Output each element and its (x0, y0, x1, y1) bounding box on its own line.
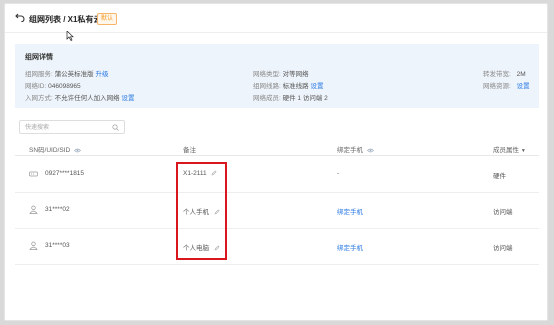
join-settings-link[interactable]: 设置 (121, 95, 134, 102)
column-attr[interactable]: 成员属性 ▼ (493, 144, 526, 154)
eye-icon[interactable] (366, 148, 374, 153)
top-bar: 组网列表 / X1私有云 默认 (5, 4, 547, 33)
member-attr-value: 硬件 (493, 173, 506, 180)
app-window: 组网列表 / X1私有云 默认 组网详情 组网服务: 蒲公英标准版 升级 网络类… (4, 3, 548, 321)
upgrade-link[interactable]: 升级 (95, 71, 108, 78)
table-row[interactable]: 31****03 个人电脑 绑定手机 访问端 (15, 228, 539, 265)
table-row[interactable]: 0927****1815 X1-2111 - 硬件 (15, 156, 539, 193)
route-row: 组网线路: 标准线路 设置 (253, 83, 324, 90)
details-title: 组网详情 (25, 54, 53, 61)
column-bind: 绑定手机 (337, 144, 374, 154)
column-note: 备注 (183, 147, 196, 154)
members-row: 网络成员: 硬件 1 访问端 2 (253, 95, 328, 102)
network-type-row: 网络类型: 对等网络 (253, 71, 309, 78)
table-row[interactable]: 31****02 个人手机 绑定手机 访问端 (15, 192, 539, 229)
bind-phone-link[interactable]: 绑定手机 (337, 242, 363, 252)
route-settings-link[interactable]: 设置 (310, 83, 323, 90)
network-id-row: 网络ID: 046098965 (25, 83, 81, 90)
bind-phone-link[interactable]: 绑定手机 (337, 206, 363, 216)
highlight-box (176, 162, 227, 260)
sn-value: 31****03 (45, 242, 70, 249)
search-icon[interactable] (112, 124, 119, 131)
forward-bandwidth-row: 转发带宽: 2M (483, 71, 526, 78)
breadcrumb: 组网列表 / X1私有云 (29, 15, 102, 24)
default-badge: 默认 (97, 13, 118, 25)
table-header: SN码/UID/SID 备注 绑定手机 成员属性 ▼ (15, 141, 539, 156)
join-method-row: 入网方式: 不允许任何人加入网络 设置 (25, 95, 135, 102)
eye-icon[interactable] (74, 148, 81, 153)
user-icon (29, 241, 38, 250)
search-box[interactable] (19, 120, 125, 134)
resource-row: 网络资源: 设置 (483, 83, 530, 90)
sn-value: 0927****1815 (45, 170, 85, 177)
sn-value: 31****02 (45, 206, 70, 213)
service-row: 组网服务: 蒲公英标准版 升级 (25, 71, 109, 78)
member-attr-value: 访问端 (493, 245, 513, 252)
resource-settings-link[interactable]: 设置 (517, 83, 530, 90)
column-sn: SN码/UID/SID (29, 144, 81, 154)
member-attr-value: 访问端 (493, 209, 513, 216)
bind-phone-value: - (337, 170, 340, 177)
user-icon (29, 205, 38, 214)
network-details-panel: 组网详情 组网服务: 蒲公英标准版 升级 网络类型: 对等网络 转发带宽: 2M… (15, 44, 539, 108)
router-icon (29, 171, 38, 177)
mouse-cursor-icon (66, 31, 74, 41)
chevron-down-icon[interactable]: ▼ (521, 148, 526, 154)
search-input[interactable] (25, 123, 109, 132)
back-arrow-icon[interactable] (15, 12, 25, 22)
